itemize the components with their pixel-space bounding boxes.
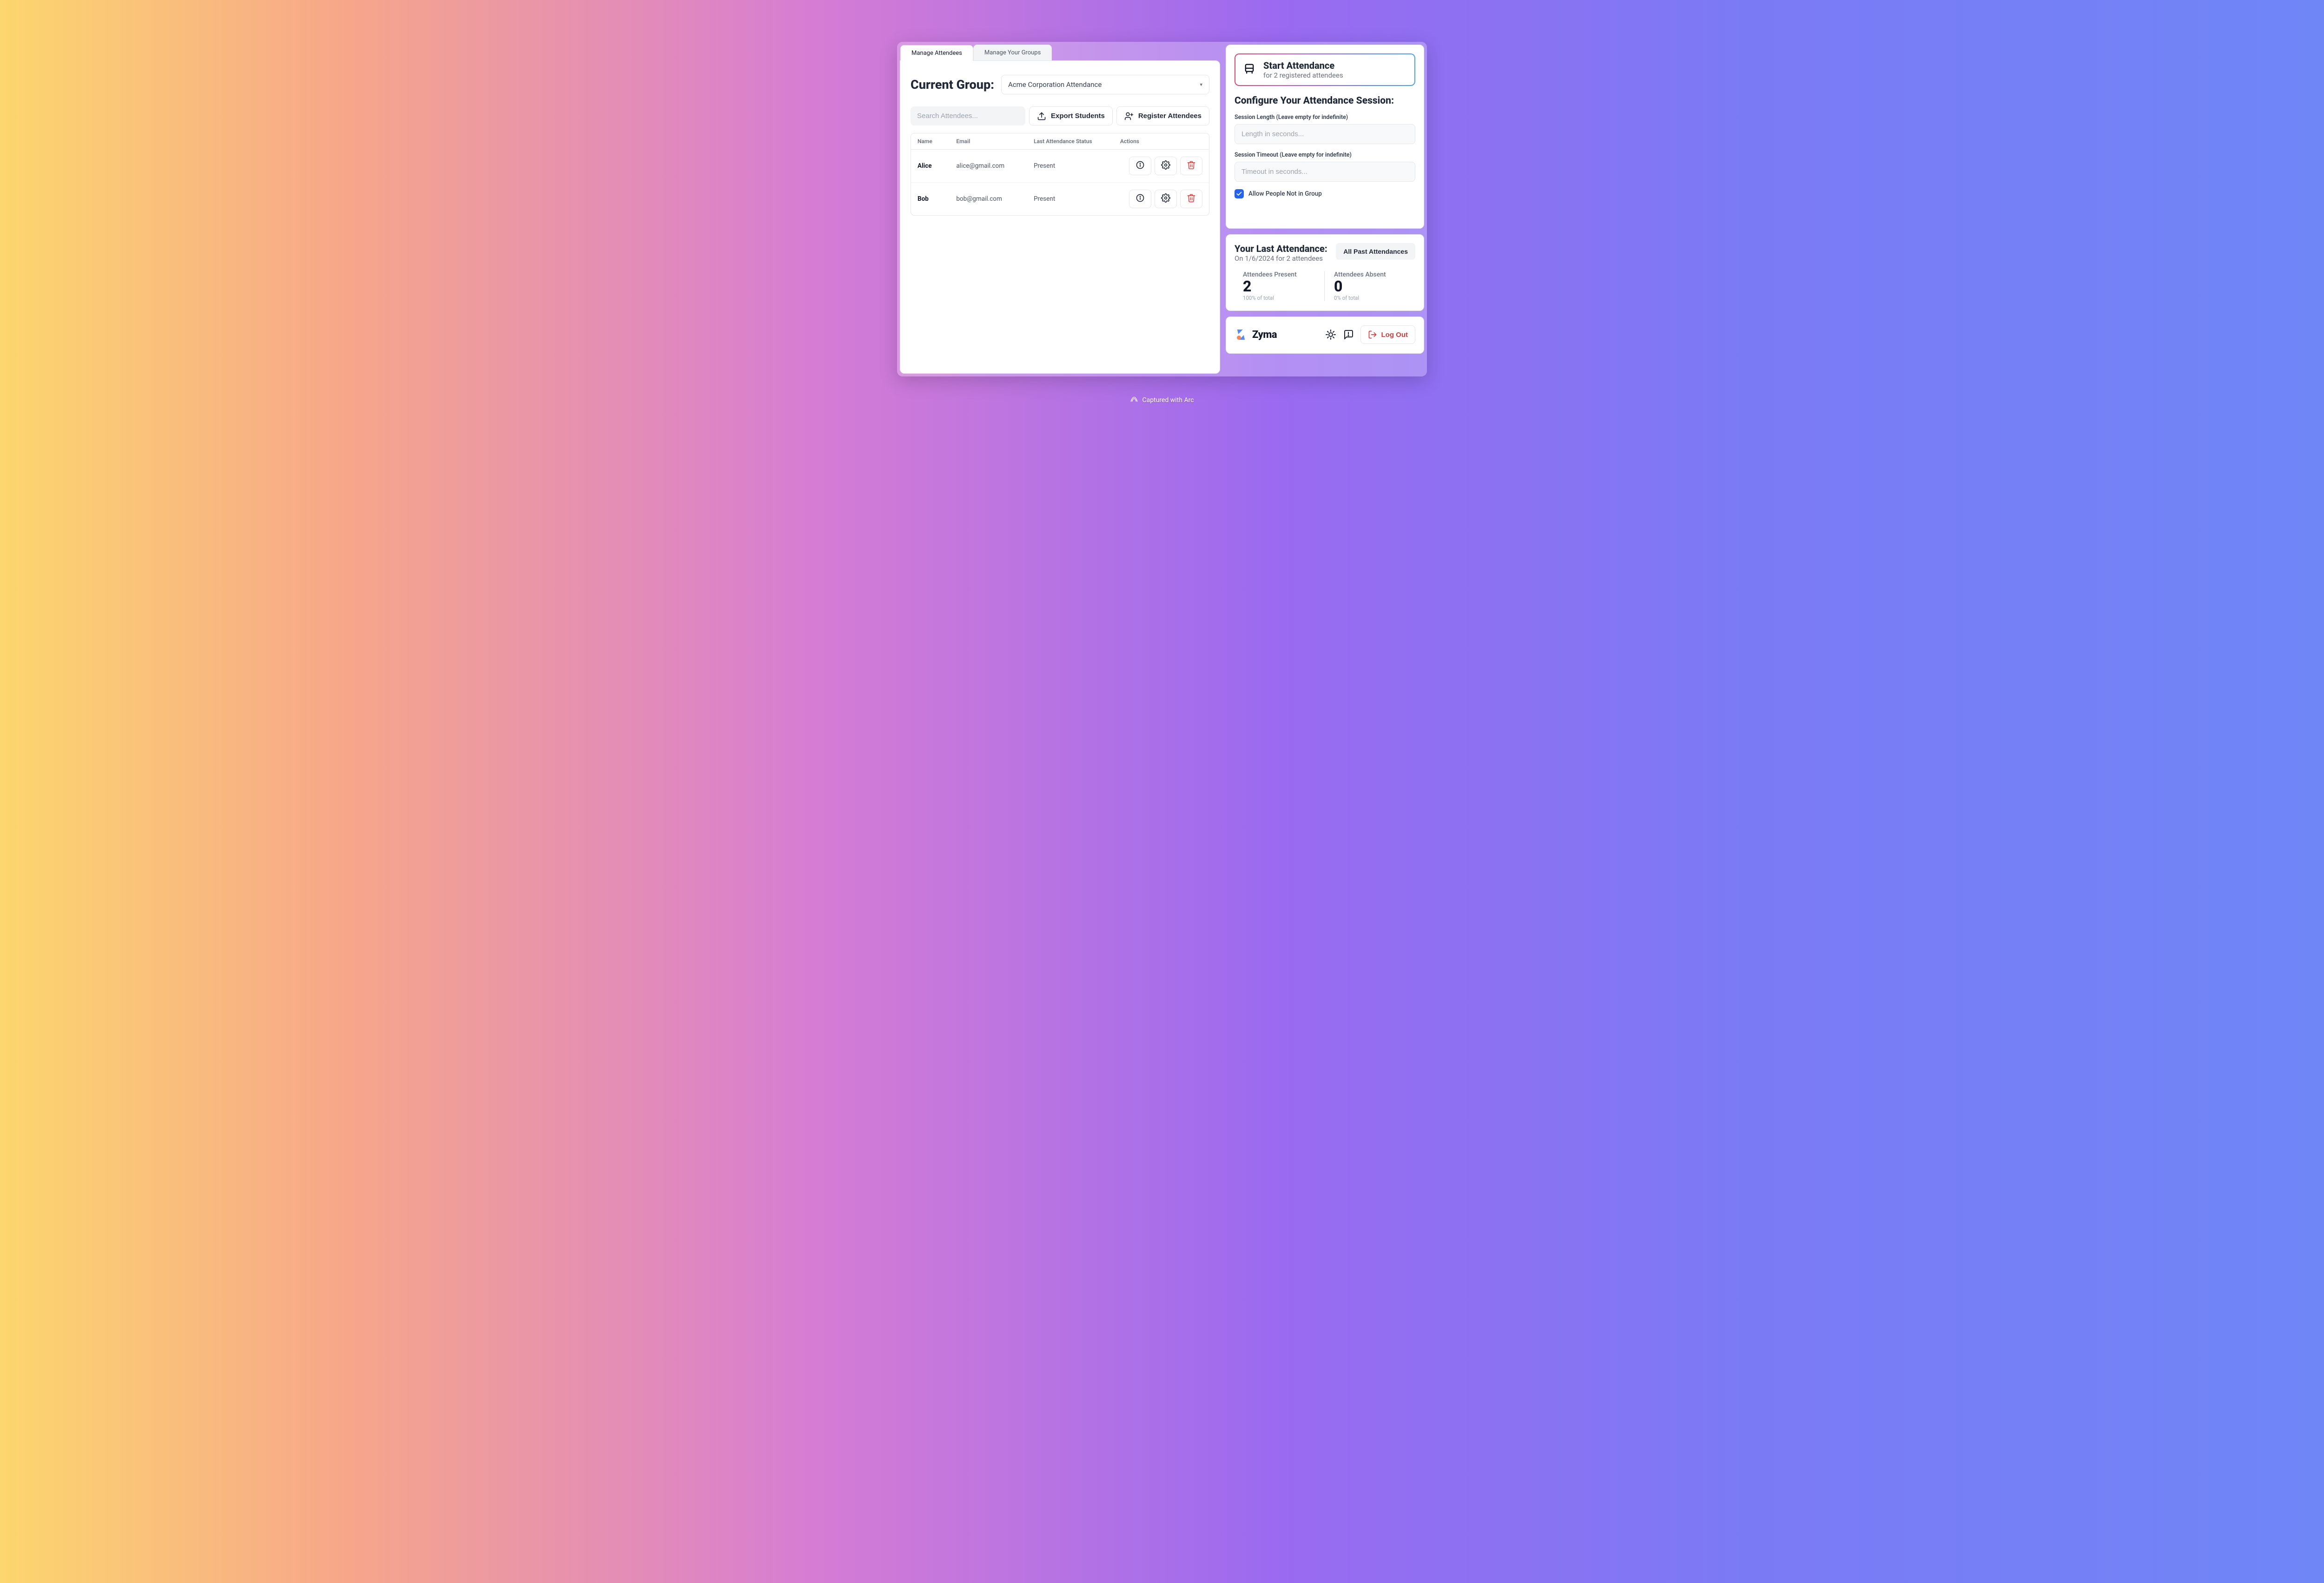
stat-absent-pct: 0% of total <box>1334 295 1415 301</box>
th-name: Name <box>911 133 950 150</box>
config-title: Configure Your Attendance Session: <box>1235 95 1415 106</box>
allow-outsiders-row: Allow People Not in Group <box>1235 189 1415 198</box>
start-attendance-button[interactable]: Start Attendance for 2 registered attend… <box>1235 53 1415 86</box>
row-info-button[interactable] <box>1129 157 1151 175</box>
register-label: Register Attendees <box>1138 112 1202 120</box>
stat-present-value: 2 <box>1243 278 1324 295</box>
trash-icon <box>1187 160 1196 171</box>
cell-email: alice@gmail.com <box>950 150 1027 183</box>
gear-icon <box>1161 160 1170 171</box>
left-card: Current Group: Acme Corporation Attendan… <box>900 60 1220 374</box>
captured-footer: Captured with Arc <box>1130 395 1194 405</box>
start-title: Start Attendance <box>1263 60 1343 71</box>
row-delete-button[interactable] <box>1180 190 1202 208</box>
stat-present: Attendees Present 2 100% of total <box>1243 271 1324 301</box>
stat-present-pct: 100% of total <box>1243 295 1324 301</box>
cell-name: Alice <box>911 150 950 183</box>
session-timeout-label: Session Timeout (Leave empty for indefin… <box>1235 152 1415 158</box>
group-row: Current Group: Acme Corporation Attendan… <box>911 75 1209 94</box>
arc-logo-icon <box>1130 395 1138 405</box>
logout-label: Log Out <box>1381 331 1408 339</box>
cell-status: Present <box>1027 183 1114 216</box>
user-plus-icon <box>1124 112 1134 121</box>
th-email: Email <box>950 133 1027 150</box>
brand-name: Zyma <box>1252 329 1277 341</box>
brand: Zyma <box>1235 328 1319 341</box>
cell-actions <box>1114 183 1209 216</box>
table-row: Bobbob@gmail.comPresent <box>911 183 1209 216</box>
report-issue-icon[interactable] <box>1343 329 1354 340</box>
right-column: Start Attendance for 2 registered attend… <box>1226 45 1424 374</box>
cell-status: Present <box>1027 150 1114 183</box>
current-group-title: Current Group: <box>911 77 994 92</box>
export-label: Export Students <box>1051 112 1105 120</box>
table-row: Alicealice@gmail.comPresent <box>911 150 1209 183</box>
zyma-logo-icon <box>1235 328 1248 341</box>
cell-name: Bob <box>911 183 950 216</box>
logout-button[interactable]: Log Out <box>1360 325 1415 344</box>
row-delete-button[interactable] <box>1180 157 1202 175</box>
row-settings-button[interactable] <box>1155 190 1177 208</box>
session-length-input[interactable] <box>1235 124 1415 144</box>
attendees-table: Name Email Last Attendance Status Action… <box>911 133 1209 216</box>
stat-absent-label: Attendees Absent <box>1334 271 1415 278</box>
upload-icon <box>1037 112 1046 121</box>
gear-icon <box>1161 193 1170 204</box>
tabs-bar: Manage Attendees Manage Your Groups <box>900 45 1220 60</box>
th-actions: Actions <box>1114 133 1209 150</box>
cell-email: bob@gmail.com <box>950 183 1027 216</box>
stat-absent: Attendees Absent 0 0% of total <box>1324 271 1415 301</box>
all-past-attendances-button[interactable]: All Past Attendances <box>1336 243 1415 260</box>
register-attendees-button[interactable]: Register Attendees <box>1116 106 1209 125</box>
th-status: Last Attendance Status <box>1027 133 1114 150</box>
start-subtitle: for 2 registered attendees <box>1263 71 1343 79</box>
cell-actions <box>1114 150 1209 183</box>
theme-toggle-icon[interactable] <box>1325 329 1336 340</box>
left-panel: Manage Attendees Manage Your Groups Curr… <box>900 45 1220 374</box>
last-attendance-title: Your Last Attendance: <box>1235 243 1327 254</box>
session-config-card: Start Attendance for 2 registered attend… <box>1226 45 1424 229</box>
session-timeout-input[interactable] <box>1235 162 1415 182</box>
info-icon <box>1136 193 1145 204</box>
group-select[interactable]: Acme Corporation Attendance <box>1001 75 1209 94</box>
trash-icon <box>1187 193 1196 204</box>
bus-icon <box>1243 62 1256 77</box>
captured-text: Captured with Arc <box>1142 396 1194 404</box>
row-settings-button[interactable] <box>1155 157 1177 175</box>
stat-absent-value: 0 <box>1334 278 1415 295</box>
session-length-label: Session Length (Leave empty for indefini… <box>1235 114 1415 121</box>
toolbar-row: Export Students Register Attendees <box>911 106 1209 125</box>
last-attendance-card: Your Last Attendance: On 1/6/2024 for 2 … <box>1226 234 1424 311</box>
app-window: Manage Attendees Manage Your Groups Curr… <box>897 42 1427 376</box>
bottom-bar: Zyma <box>1226 317 1424 354</box>
tab-manage-groups[interactable]: Manage Your Groups <box>973 45 1052 60</box>
info-icon <box>1136 160 1145 171</box>
row-info-button[interactable] <box>1129 190 1151 208</box>
last-attendance-subtitle: On 1/6/2024 for 2 attendees <box>1235 254 1327 263</box>
allow-outsiders-label: Allow People Not in Group <box>1248 190 1322 198</box>
export-students-button[interactable]: Export Students <box>1029 106 1113 125</box>
stat-present-label: Attendees Present <box>1243 271 1324 278</box>
allow-outsiders-checkbox[interactable] <box>1235 189 1244 198</box>
tab-manage-attendees[interactable]: Manage Attendees <box>900 45 973 61</box>
search-input[interactable] <box>911 106 1025 125</box>
attendance-stats: Attendees Present 2 100% of total Attend… <box>1235 271 1415 301</box>
